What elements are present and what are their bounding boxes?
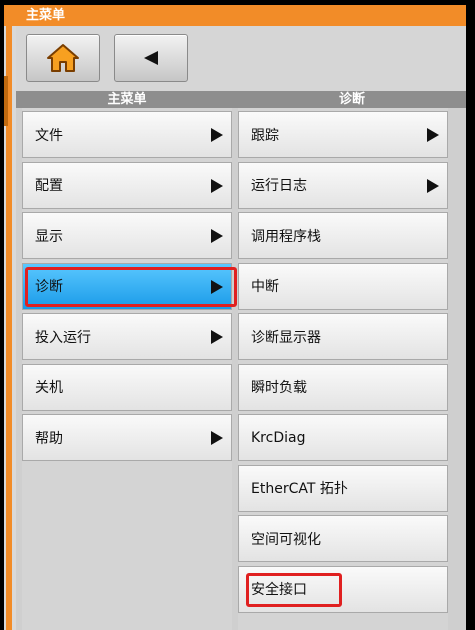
diag-menu-item[interactable]: 空间可视化 bbox=[238, 515, 448, 562]
accent-marker bbox=[4, 76, 8, 126]
main-menu-item-label: 关机 bbox=[35, 380, 63, 396]
diag-menu-item[interactable]: 跟踪 bbox=[238, 111, 448, 158]
home-icon bbox=[47, 44, 79, 72]
diag-menu-item-label: 跟踪 bbox=[251, 127, 279, 144]
main-menu-item[interactable]: 文件 bbox=[22, 111, 232, 158]
scroll-gutter bbox=[448, 108, 466, 630]
submenu-arrow-icon bbox=[211, 229, 223, 243]
main-menu-item-label: 帮助 bbox=[35, 430, 63, 447]
diag-menu-item-label: EtherCAT 拓扑 bbox=[251, 481, 348, 497]
diag-menu-item-label: 安全接口 bbox=[251, 582, 307, 598]
home-button[interactable] bbox=[26, 34, 100, 82]
back-arrow-icon bbox=[144, 51, 158, 65]
toolbar bbox=[16, 26, 466, 91]
diag-menu-item[interactable]: EtherCAT 拓扑 bbox=[238, 464, 448, 512]
main-menu-header: 主菜单 bbox=[16, 91, 238, 108]
main-menu-item-label: 配置 bbox=[35, 178, 63, 194]
submenu-arrow-icon bbox=[211, 178, 223, 193]
diag-menu-item[interactable]: 瞬时负载 bbox=[238, 363, 448, 411]
main-menu-item[interactable]: 投入运行 bbox=[22, 313, 232, 360]
main-menu-item[interactable]: 帮助 bbox=[22, 414, 232, 461]
diagnosis-menu-list: 跟踪运行日志调用程序栈中断诊断显示器瞬时负载 KrcDiag EtherCAT 拓扑… bbox=[238, 108, 448, 630]
window-title: 主菜单 bbox=[4, 5, 466, 26]
diag-menu-item-label: 运行日志 bbox=[251, 178, 307, 194]
main-menu-item-label: 显示 bbox=[35, 228, 63, 245]
main-menu-item[interactable]: 配置 bbox=[22, 161, 232, 209]
diag-menu-item-label: KrcDiag bbox=[251, 429, 306, 446]
diag-menu-item-label: 诊断显示器 bbox=[251, 329, 321, 346]
diag-menu-item[interactable]: 运行日志 bbox=[238, 161, 448, 209]
left-accent-bar bbox=[4, 26, 16, 630]
diag-menu-item[interactable]: 中断 bbox=[238, 262, 448, 310]
main-menu-item-label: 投入运行 bbox=[35, 329, 91, 346]
diag-menu-item-label: 空间可视化 bbox=[251, 531, 321, 548]
main-menu-item-label: 文件 bbox=[35, 127, 63, 144]
main-menu-item[interactable]: 诊断 bbox=[22, 262, 232, 310]
diag-menu-item[interactable]: 安全接口 bbox=[238, 565, 448, 613]
submenu-arrow-icon bbox=[427, 128, 439, 142]
back-button[interactable] bbox=[114, 34, 188, 82]
main-menu-list: 文件配置显示诊断投入运行关机帮助 bbox=[22, 108, 237, 630]
main-menu-item[interactable]: 显示 bbox=[22, 212, 232, 259]
diag-menu-item[interactable]: KrcDiag bbox=[238, 414, 448, 461]
submenu-arrow-icon bbox=[211, 128, 223, 142]
submenu-arrow-icon bbox=[211, 279, 223, 294]
diag-menu-item-label: 调用程序栈 bbox=[251, 228, 321, 245]
submenu-arrow-icon bbox=[211, 330, 223, 344]
diagnosis-menu-header: 诊断 bbox=[238, 91, 466, 108]
diag-menu-item-label: 瞬时负载 bbox=[251, 380, 307, 396]
main-menu-item-label: 诊断 bbox=[35, 279, 63, 295]
main-menu-window: 主菜单 主菜单 诊断 文件 配置 显示 诊断 投入运行 关机 帮助 跟踪 运行日志 调用程序栈中… bbox=[4, 5, 466, 630]
main-menu-item[interactable]: 关机 bbox=[22, 363, 232, 411]
diag-menu-item-label: 中断 bbox=[251, 279, 279, 295]
submenu-arrow-icon bbox=[427, 178, 439, 193]
diag-menu-item[interactable]: 调用程序栈 bbox=[238, 212, 448, 259]
submenu-arrow-icon bbox=[211, 431, 223, 445]
diag-menu-item[interactable]: 诊断显示器 bbox=[238, 313, 448, 360]
